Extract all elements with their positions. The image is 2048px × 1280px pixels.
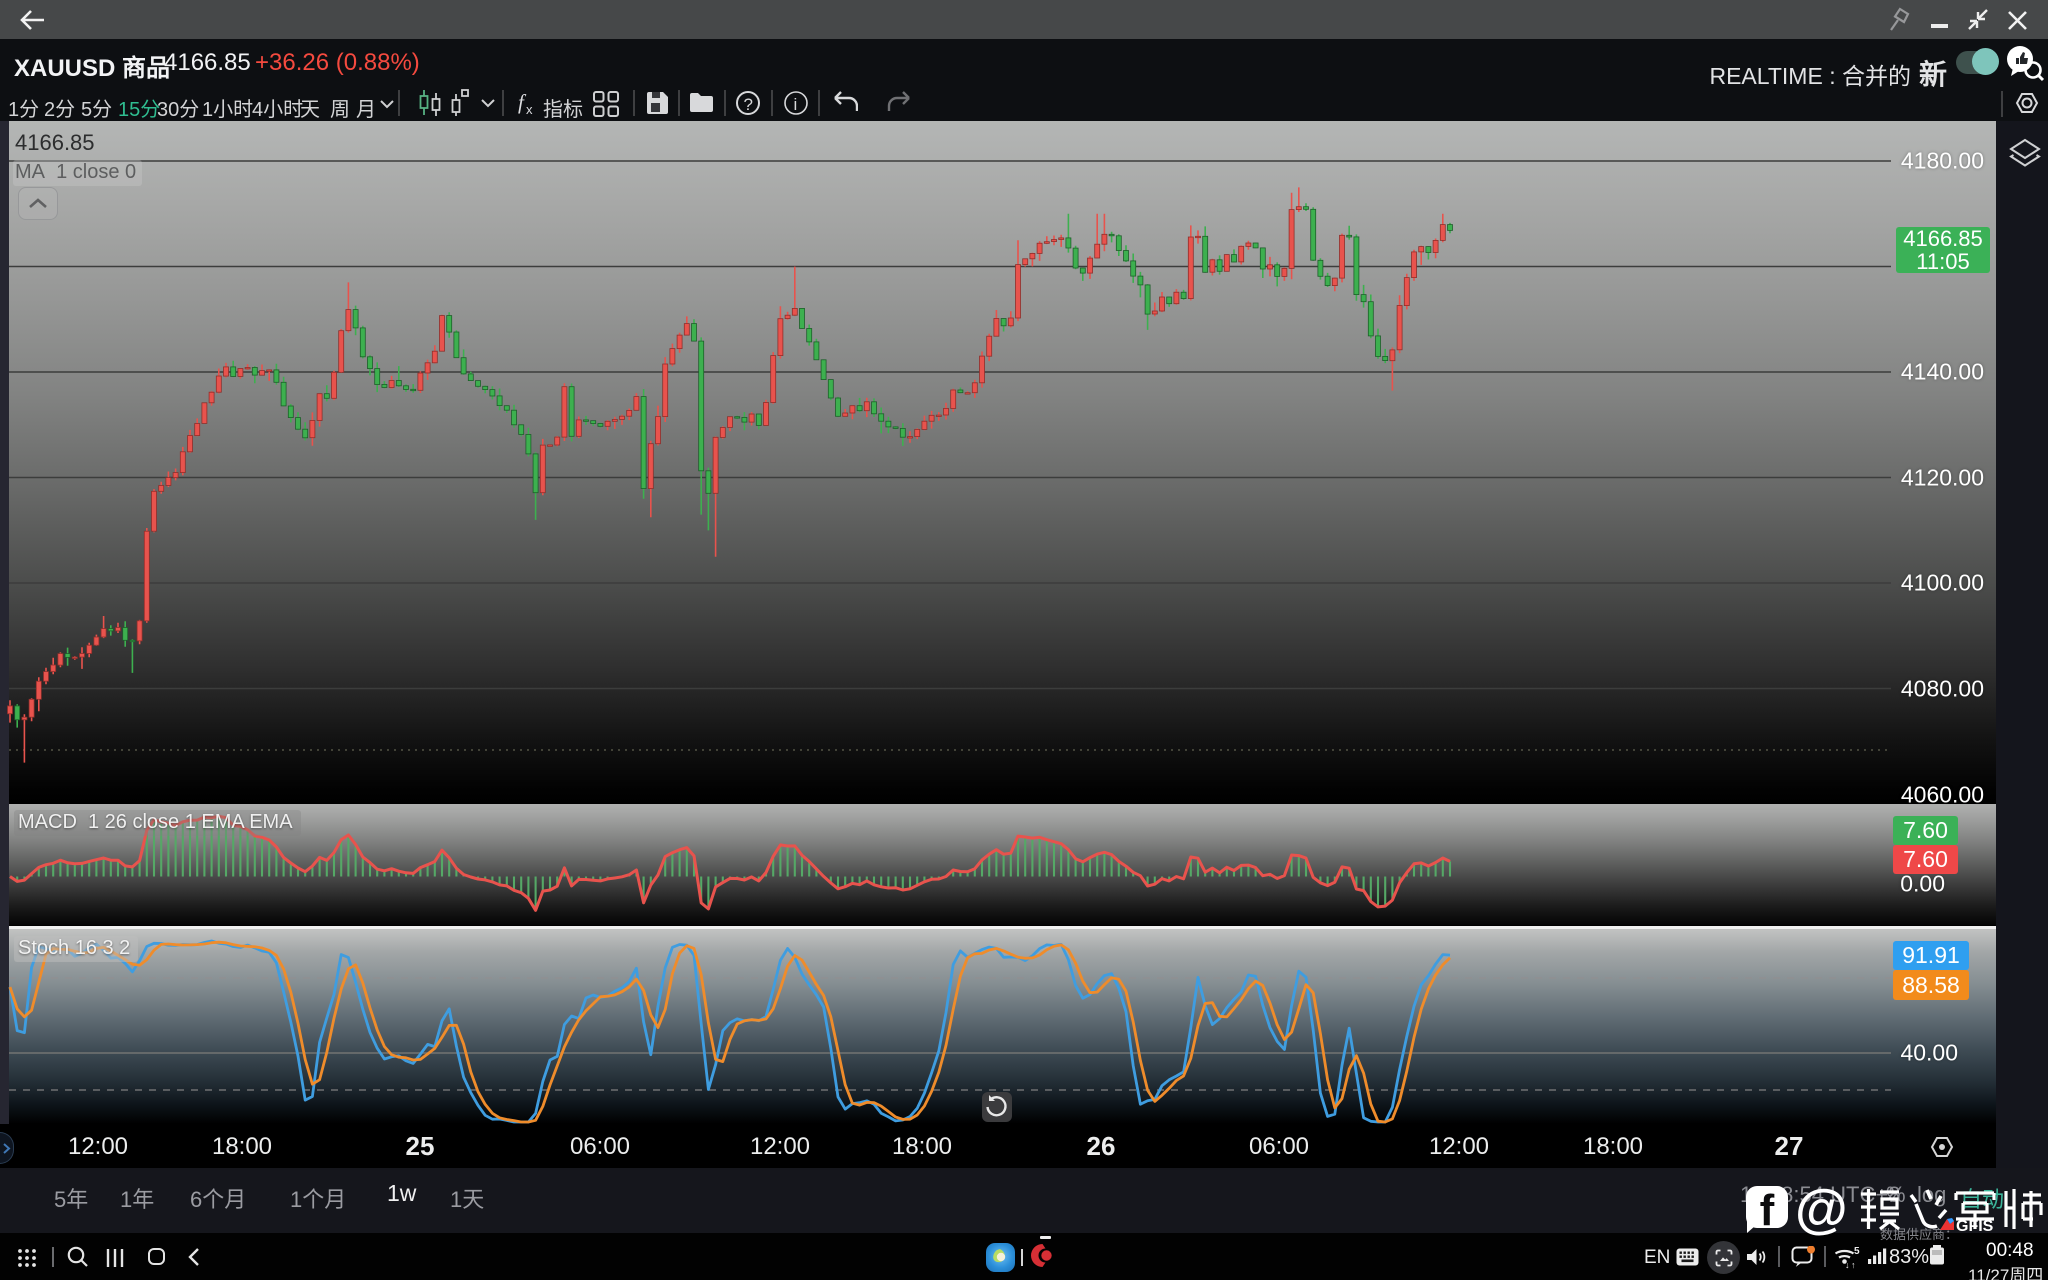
svg-text:x: x: [526, 102, 533, 117]
svg-text:i: i: [794, 95, 798, 114]
svg-text:?: ?: [744, 95, 753, 114]
svg-text:↑: ↑: [1851, 1260, 1856, 1269]
svg-text:5: 5: [1854, 1246, 1860, 1257]
svg-text:↓: ↓: [1845, 1260, 1850, 1269]
